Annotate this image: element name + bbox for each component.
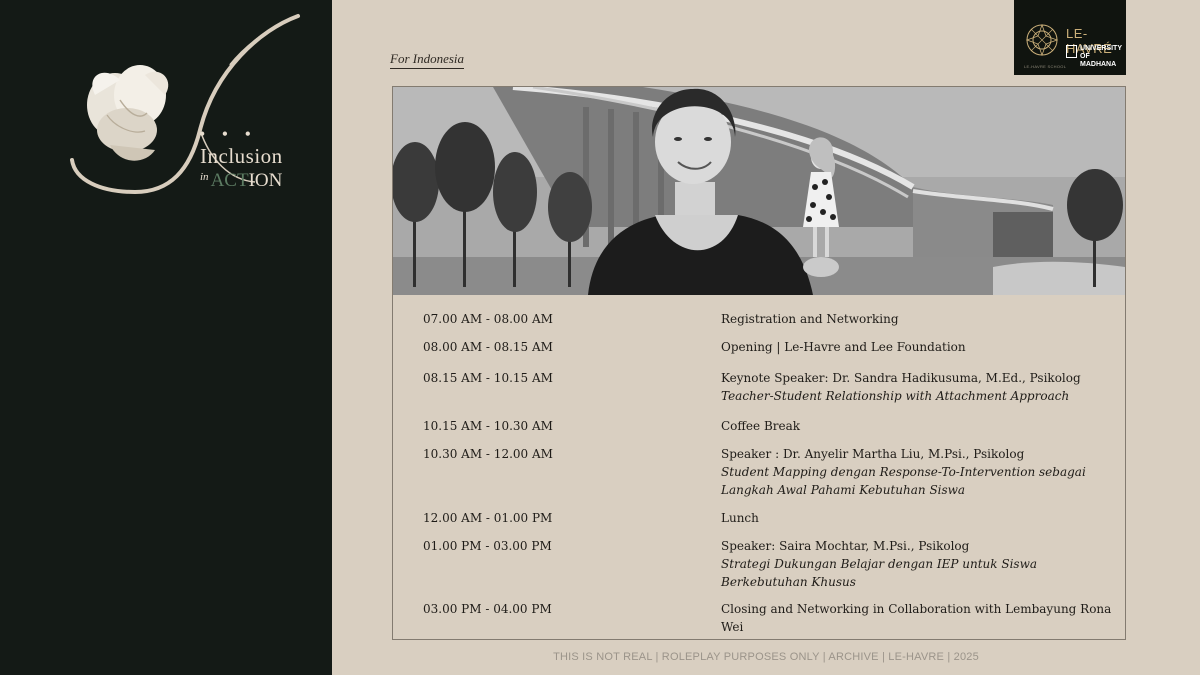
sponsor-logo-box: LE-HAVRÉ UNIVERSITY OF MADHANA LE-HAVRE … — [1014, 0, 1126, 75]
brand-title-ion: ION — [248, 170, 283, 191]
footer-disclaimer: THIS IS NOT REAL | ROLEPLAY PURPOSES ONL… — [553, 651, 979, 663]
schedule-title: Registration and Networking — [721, 312, 899, 326]
schedule-time: 01.00 PM - 03.00 PM — [423, 539, 552, 553]
brand-title-act: ACT — [210, 170, 249, 191]
schedule-time: 08.15 AM - 10.15 AM — [423, 371, 553, 385]
schedule-detail: Speaker : Dr. Anyelir Martha Liu, M.Psi.… — [721, 445, 1116, 499]
region-label: For Indonesia — [390, 51, 465, 69]
brand-title-in: in — [200, 171, 209, 183]
logo-emblem-caption: LE-HAVRE SCHOOL — [1024, 64, 1067, 69]
logo-university: UNIVERSITY OF MADHANA — [1080, 45, 1126, 69]
brand-title-line2: in ACTION — [200, 167, 283, 191]
schedule-title: Coffee Break — [721, 419, 801, 433]
ornament-emblem-icon — [1025, 23, 1059, 57]
logo-university-line2: OF MADHANA — [1080, 53, 1117, 68]
hero-image — [393, 87, 1125, 295]
schedule-time: 03.00 PM - 04.00 PM — [423, 602, 552, 616]
university-shield-icon — [1066, 45, 1077, 58]
schedule-title: Keynote Speaker: Dr. Sandra Hadikusuma, … — [721, 371, 1081, 385]
schedule-title: Lunch — [721, 511, 759, 525]
schedule-detail: Coffee Break — [721, 417, 1116, 435]
schedule-detail: Opening | Le-Havre and Lee Foundation — [721, 338, 1116, 356]
schedule-subtitle: Teacher-Student Relationship with Attach… — [721, 389, 1070, 403]
logo-university-line1: UNIVERSITY — [1080, 45, 1123, 52]
hero-illustration — [393, 87, 1125, 295]
schedule-detail: Lunch — [721, 509, 1116, 527]
brand-title-line1: Inclusion — [200, 144, 283, 168]
schedule-detail: Keynote Speaker: Dr. Sandra Hadikusuma, … — [721, 369, 1116, 405]
schedule-time: 12.00 AM - 01.00 PM — [423, 511, 553, 525]
schedule-time: 08.00 AM - 08.15 AM — [423, 340, 553, 354]
schedule-title: Closing and Networking in Collaboration … — [721, 602, 1112, 634]
brand-dots: • • • — [199, 124, 257, 144]
schedule-title: Speaker: Saira Mochtar, M.Psi., Psikolog — [721, 539, 970, 553]
schedule-time: 07.00 AM - 08.00 AM — [423, 312, 553, 326]
schedule-subtitle: Student Mapping dengan Response-To-Inter… — [721, 465, 1086, 497]
schedule-title: Speaker : Dr. Anyelir Martha Liu, M.Psi.… — [721, 447, 1025, 461]
brand-title: Inclusion in ACTION — [200, 146, 283, 191]
schedule-time: 10.15 AM - 10.30 AM — [423, 419, 553, 433]
schedule-detail: Closing and Networking in Collaboration … — [721, 600, 1116, 636]
schedule-time: 10.30 AM - 12.00 AM — [423, 447, 553, 461]
schedule-detail: Registration and Networking — [721, 310, 1116, 328]
schedule-subtitle: Strategi Dukungan Belajar dengan IEP unt… — [721, 557, 1038, 589]
schedule-card: 07.00 AM - 08.00 AM Registration and Net… — [392, 86, 1126, 640]
schedule-title: Opening | Le-Havre and Lee Foundation — [721, 340, 966, 354]
left-brand-panel: • • • Inclusion in ACTION — [0, 0, 332, 675]
schedule-detail: Speaker: Saira Mochtar, M.Psi., Psikolog… — [721, 537, 1116, 591]
